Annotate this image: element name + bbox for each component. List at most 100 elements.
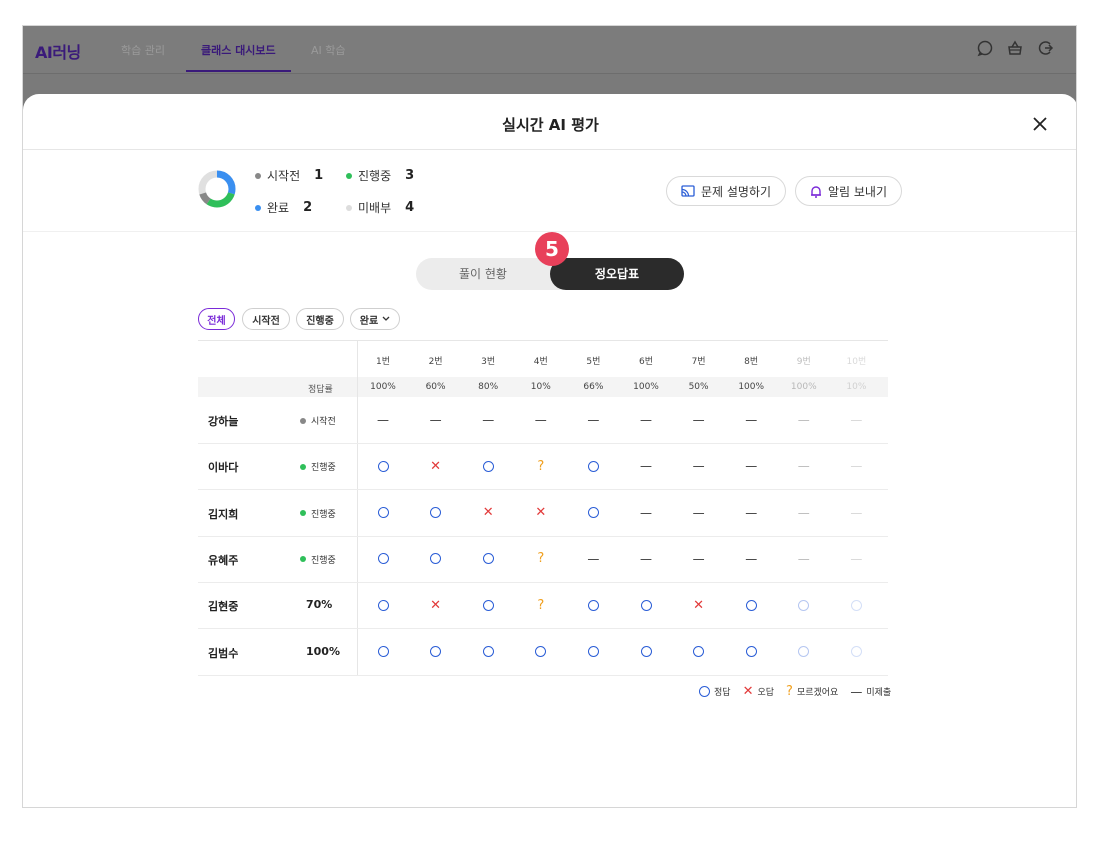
answer-cell[interactable] [410,503,462,523]
answer-cell[interactable]: — [567,549,619,569]
correct-circle-icon [377,507,389,519]
answer-cell[interactable]: — [673,456,725,476]
stat-done: 완료 2 [255,199,312,216]
correct-circle-icon [430,646,442,657]
answer-cell[interactable] [357,503,409,523]
stat-value: 1 [314,168,324,183]
answer-cell[interactable] [567,642,619,662]
student-row[interactable]: 강하늘 시작전 — — — — — — — — — — [198,397,888,444]
answer-cell[interactable]: ✕ [410,595,462,615]
unsubmitted-dash-icon: — [745,413,758,427]
answer-cell[interactable]: ? [515,456,567,476]
nav-ai-learning[interactable]: AI 학습 [311,42,346,58]
student-status: 시작전 [300,414,336,427]
nav-learning-management[interactable]: 학습 관리 [121,42,165,58]
send-alert-button[interactable]: 알림 보내기 [795,176,902,206]
answer-cell[interactable]: — [778,503,830,523]
correct-circle-icon [798,599,810,611]
answer-cell[interactable] [357,456,409,476]
nav-class-dashboard[interactable]: 클래스 대시보드 [201,42,276,58]
answer-cell[interactable] [357,642,409,662]
close-icon[interactable] [1030,114,1050,134]
answer-cell[interactable]: — [357,410,409,430]
basket-icon[interactable] [1006,39,1024,57]
answer-cell[interactable]: — [830,549,882,569]
answer-cell[interactable] [357,595,409,615]
correct-circle-icon [798,646,810,657]
answer-cell[interactable]: — [620,503,672,523]
answer-cell[interactable] [567,456,619,476]
student-row[interactable]: 김범수 100% [198,629,888,676]
logout-icon[interactable] [1036,39,1054,57]
student-score: 70% [306,598,333,612]
answer-cell[interactable]: ✕ [515,503,567,523]
filter-in-progress[interactable]: 진행중 [296,308,344,330]
answer-cell[interactable]: ? [515,595,567,615]
answer-cell[interactable] [515,642,567,662]
answer-cell[interactable] [620,642,672,662]
answer-cell[interactable]: — [830,503,882,523]
correct-circle-icon [482,553,494,565]
answer-cell[interactable] [410,549,462,569]
student-row[interactable]: 이바다 진행중 ✕? — — — — — [198,443,888,491]
answer-cell[interactable]: — [673,549,725,569]
answer-cell[interactable]: — [620,456,672,476]
answer-cell[interactable] [410,642,462,662]
status-label: 시작전 [311,417,336,427]
student-row[interactable]: 유혜주 진행중? — — — — — — [198,536,888,583]
answer-cell[interactable]: — [410,410,462,430]
filter-not-started[interactable]: 시작전 [242,308,290,330]
tab-solve-status[interactable]: 풀이 현황 [416,258,550,290]
answer-cell[interactable] [462,642,514,662]
unsubmitted-dash-icon: — [797,505,810,520]
unsubmitted-dash-icon: — [745,505,758,520]
answer-cell[interactable]: — [778,549,830,569]
answer-cell[interactable]: ✕ [673,595,725,615]
app-logo[interactable]: AI러닝 [35,39,81,63]
answer-cell[interactable] [462,595,514,615]
question-header: 6번 [638,357,653,367]
answer-cell[interactable] [830,595,882,615]
answer-cell[interactable]: — [830,456,882,476]
answer-cell[interactable]: ✕ [410,456,462,476]
filter-done-dropdown[interactable]: 완료 [350,308,400,330]
answer-cell[interactable] [725,595,777,615]
correct-circle-icon [482,460,494,472]
explain-problem-button[interactable]: 문제 설명하기 [666,176,786,206]
answer-cell[interactable] [462,456,514,476]
answer-cell[interactable] [778,642,830,662]
answer-cell[interactable] [567,503,619,523]
answer-cell[interactable]: — [725,410,777,430]
answer-cell[interactable] [725,642,777,662]
filter-all[interactable]: 전체 [198,308,235,330]
answer-cell[interactable]: ✕ [462,503,514,523]
answer-cell[interactable] [620,595,672,615]
answer-cell[interactable]: — [673,503,725,523]
answer-cell[interactable]: — [778,410,830,430]
answer-cell[interactable]: — [725,549,777,569]
tab-answer-sheet[interactable]: 정오답표 [550,258,684,290]
answer-cell[interactable]: — [830,410,882,430]
answer-cell[interactable]: ? [515,549,567,569]
answer-cell[interactable]: — [620,549,672,569]
answer-cell[interactable] [567,595,619,615]
answer-cell[interactable]: — [778,456,830,476]
answer-cell[interactable]: — [567,410,619,430]
answer-cell[interactable]: — [725,456,777,476]
answer-cell[interactable] [830,642,882,662]
answer-cell[interactable]: — [515,410,567,430]
answer-cell[interactable]: — [462,410,514,430]
answer-cell[interactable] [462,549,514,569]
student-row[interactable]: 김지희 진행중 ✕ ✕ — — — — — [198,490,888,537]
answer-cell[interactable] [778,595,830,615]
answer-cell[interactable]: — [725,503,777,523]
chat-icon[interactable] [976,39,994,57]
answer-cell[interactable] [673,642,725,662]
answer-cell[interactable]: — [673,410,725,430]
student-row[interactable]: 김현중 70% ✕? ✕ [198,582,888,630]
answer-cell[interactable]: — [620,410,672,430]
status-dot [346,204,352,211]
answer-cell[interactable] [357,549,409,569]
top-navigation: AI러닝 학습 관리 클래스 대시보드 AI 학습 [23,26,1076,74]
unsubmitted-dash-icon: — [850,459,863,474]
